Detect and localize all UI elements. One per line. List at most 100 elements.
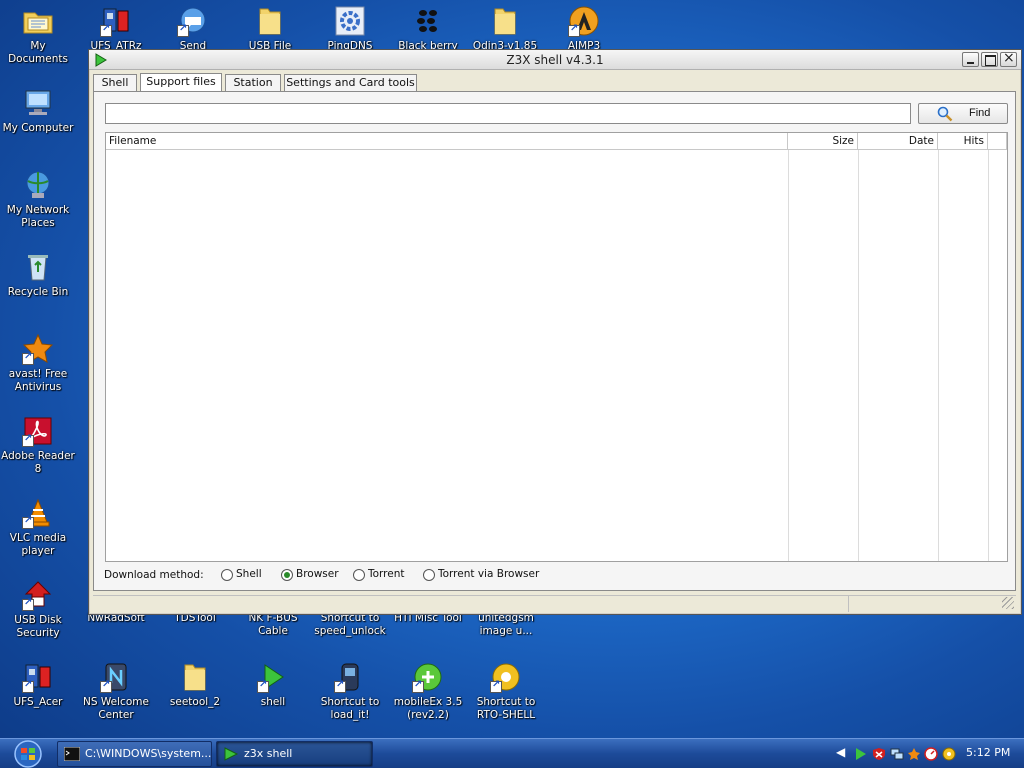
network-icon [26, 171, 50, 198]
desktop-icon-label: shell [260, 696, 286, 708]
desktop-icon-label: mobileEx 3.5 (rev2.2) [393, 696, 463, 721]
desktop-icon-adobe-reader[interactable]: Adobe Reader 8 [0, 413, 76, 491]
search-icon [937, 106, 953, 122]
taskbar-button-cmd[interactable]: C:\WINDOWS\system... [57, 741, 212, 767]
blackberry-icon [417, 10, 437, 32]
maximize-button[interactable] [981, 52, 998, 67]
desktop-icon-label: VLC media player [9, 532, 67, 557]
shortcut-arrow-icon [568, 23, 580, 37]
desktop-icon-mobileex[interactable]: mobileEx 3.5 (rev2.2) [390, 659, 466, 737]
computer-icon [25, 90, 51, 115]
column-divider [858, 150, 859, 561]
desktop-icon-rto-shell[interactable]: Shortcut to RTO-SHELL [468, 659, 544, 737]
clock[interactable]: 5:12 PM [966, 746, 1010, 759]
column-header-size[interactable]: Size [788, 133, 858, 150]
speed-tray-icon[interactable] [924, 747, 938, 761]
desktop-icon-my-documents[interactable]: My Documents [0, 3, 76, 81]
network-tray-icon[interactable] [890, 747, 904, 761]
desktop-icon-label: USB Disk Security [14, 614, 62, 639]
desktop-icon-label: seetool_2 [169, 696, 221, 708]
close-button[interactable] [1000, 50, 1017, 67]
shortcut-arrow-icon [100, 23, 112, 37]
search-input[interactable] [105, 103, 911, 124]
radio-circle [221, 569, 233, 581]
shield-icon[interactable] [872, 747, 886, 761]
window-title: Z3X shell v4.3.1 [506, 53, 604, 67]
folder-documents-icon [23, 12, 53, 34]
chevron-left-icon[interactable]: ◀ [836, 745, 850, 759]
window-titlebar[interactable]: Z3X shell v4.3.1 [89, 50, 1021, 70]
desktop-icon-seetool-2[interactable]: seetool_2 [157, 659, 233, 737]
desktop-icon-ns-welcome-center[interactable]: NS Welcome Center [78, 659, 154, 737]
radio-label: Torrent [368, 568, 405, 580]
desktop-icon-label: NK F-BUS Cable [248, 612, 298, 637]
shortcut-arrow-icon [100, 679, 112, 693]
gear-icon [335, 6, 365, 36]
desktop-icon-recycle-bin[interactable]: Recycle Bin [0, 249, 76, 327]
radio-circle-selected [281, 569, 293, 581]
desktop-icon-label: My Documents [8, 40, 68, 65]
folder-icon [494, 8, 516, 35]
desktop-icon-label: NS Welcome Center [83, 696, 149, 721]
shortcut-arrow-icon [412, 679, 424, 693]
shortcut-arrow-icon [22, 597, 34, 611]
tab-station[interactable]: Station [225, 74, 281, 92]
taskbar: C:\WINDOWS\system... z3x shell ◀ 5:12 PM [0, 738, 1024, 768]
taskbar-button-label: z3x shell [244, 747, 293, 760]
shortcut-arrow-icon [490, 679, 502, 693]
start-button[interactable] [4, 740, 52, 768]
column-header-date[interactable]: Date [858, 133, 938, 150]
desktop-icon-label: unitedgsm image u... [478, 612, 534, 637]
taskbar-button-z3x-shell[interactable]: z3x shell [216, 741, 373, 767]
volume-icon[interactable] [942, 747, 956, 761]
radio-label: Shell [236, 568, 262, 580]
file-list[interactable]: Filename Size Date Hits [105, 132, 1008, 562]
radio-label: Torrent via Browser [438, 568, 540, 580]
download-method-label: Download method: [104, 569, 204, 581]
console-icon [64, 747, 80, 761]
radio-circle [353, 569, 365, 581]
find-button[interactable]: Find [918, 103, 1008, 124]
shortcut-arrow-icon [177, 23, 189, 37]
folder-icon [184, 664, 206, 691]
desktop-icon-my-network-places[interactable]: My Network Places [0, 167, 76, 245]
desktop-icon-shell[interactable]: shell [235, 659, 311, 737]
status-bar [93, 595, 1016, 612]
desktop-icon-label: Shortcut to RTO-SHELL [476, 696, 536, 721]
desktop-icon-label: avast! Free Antivirus [8, 368, 68, 393]
column-header-filename[interactable]: Filename [106, 133, 788, 150]
shortcut-arrow-icon [334, 679, 346, 693]
z3x-shell-window: Z3X shell v4.3.1 Shell Support files Sta… [88, 49, 1022, 615]
desktop-icon-ufs-acer[interactable]: UFS_Acer [0, 659, 76, 737]
tab-settings-and-card-tools[interactable]: Settings and Card tools [284, 74, 417, 92]
desktop-icon-label: My Network Places [6, 204, 70, 229]
desktop-icon-label: Shortcut to load_it! [320, 696, 380, 721]
recycle-bin-icon [28, 255, 48, 281]
desktop-icon-label: Shortcut to speed_unlock [314, 612, 386, 637]
desktop-icon-label: My Computer [2, 122, 74, 134]
status-divider [848, 596, 849, 612]
find-button-label: Find [969, 107, 991, 119]
shortcut-arrow-icon [22, 351, 34, 365]
minimize-button[interactable] [962, 52, 979, 67]
desktop-icon-usb-disk-security[interactable]: USB Disk Security [0, 577, 76, 655]
radio-label: Browser [296, 568, 339, 580]
shell-icon [224, 747, 239, 761]
shortcut-arrow-icon [22, 433, 34, 447]
resize-grip[interactable] [1002, 597, 1014, 609]
desktop-icon-label: Adobe Reader 8 [1, 450, 75, 475]
avast-tray-icon[interactable] [907, 747, 921, 761]
desktop-icon-load-it[interactable]: Shortcut to load_it! [312, 659, 388, 737]
shell-tray-icon[interactable] [854, 747, 868, 761]
desktop-icon-my-computer[interactable]: My Computer [0, 85, 76, 163]
column-header-hits[interactable]: Hits [938, 133, 988, 150]
tab-shell[interactable]: Shell [93, 74, 137, 92]
desktop-icon-label: Recycle Bin [7, 286, 69, 298]
column-divider [988, 150, 989, 561]
system-tray: ◀ 5:12 PM [832, 741, 1022, 767]
tab-support-files[interactable]: Support files [140, 73, 222, 92]
desktop-icon-vlc[interactable]: VLC media player [0, 495, 76, 573]
desktop-icon-avast[interactable]: avast! Free Antivirus [0, 331, 76, 409]
radio-circle [423, 569, 435, 581]
column-header-filler [988, 133, 1007, 150]
